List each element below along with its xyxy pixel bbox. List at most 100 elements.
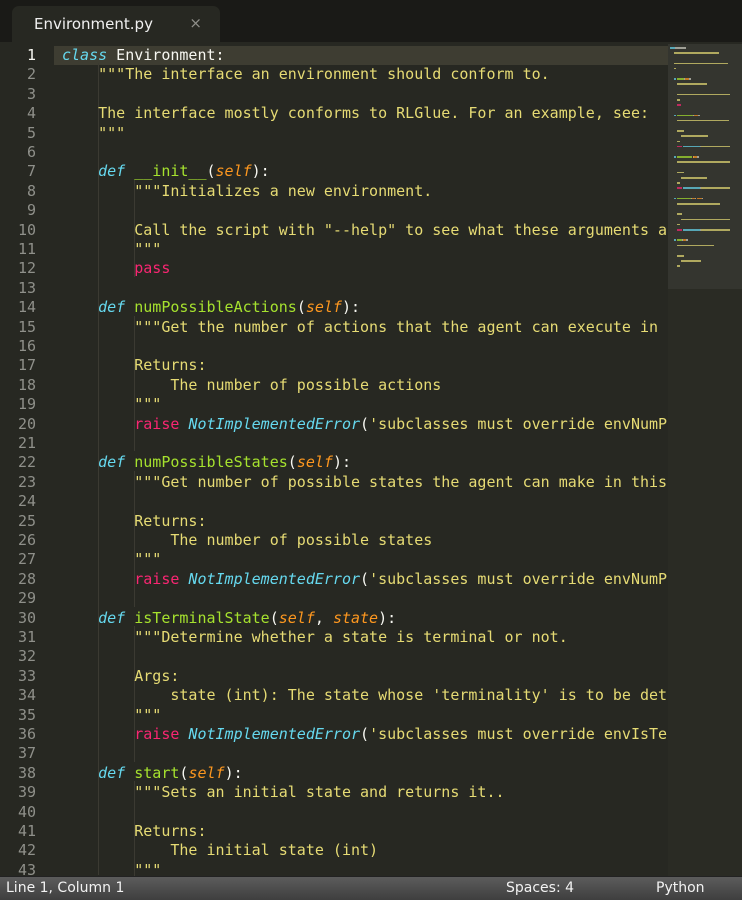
code-token: self <box>215 162 252 181</box>
code-token: ): <box>224 763 243 782</box>
indentation-setting[interactable]: Spaces: 4 <box>506 880 574 896</box>
code-line[interactable]: The initial state (int) <box>62 841 378 860</box>
code-token: numPossibleActions <box>134 298 297 317</box>
code-token: NotImplementedError <box>188 414 361 433</box>
minimap-line <box>677 130 685 132</box>
code-line[interactable]: class Environment: <box>62 46 225 65</box>
code-line[interactable]: """ <box>62 124 125 143</box>
minimap-line <box>677 114 694 117</box>
code-line[interactable]: """Get number of possible states the age… <box>62 473 667 492</box>
code-token: 'subclasses must override envNumP <box>369 414 668 433</box>
line-number: 11 <box>17 240 36 258</box>
minimap-line <box>673 114 677 117</box>
minimap-line <box>670 47 675 49</box>
minimap-line <box>677 197 691 200</box>
code-token: , <box>314 608 333 627</box>
minimap-line <box>677 213 682 215</box>
code-line[interactable]: Returns: <box>62 356 206 375</box>
code-token: __init__ <box>134 162 207 181</box>
code-token: Args: <box>62 666 180 685</box>
tab-title: Environment.py <box>34 15 153 33</box>
line-number: 2 <box>26 65 36 84</box>
code-line[interactable]: Args: <box>62 667 179 686</box>
minimap-line <box>686 239 688 241</box>
minimap-line <box>680 177 707 179</box>
code-token: The number of possible states <box>62 531 433 549</box>
code-line[interactable]: def __init__(self): <box>62 162 270 181</box>
line-number: 36 <box>17 725 36 743</box>
line-number: 19 <box>17 395 36 414</box>
code-token: """Get the number of actions that the ag… <box>62 317 659 336</box>
line-number: 18 <box>17 375 36 394</box>
minimap-line <box>682 145 700 148</box>
tab-environment-py[interactable]: Environment.py × <box>12 6 220 44</box>
code-line[interactable]: """The interface an environment should c… <box>62 65 550 84</box>
syntax-mode[interactable]: Python <box>656 880 705 896</box>
code-token: raise <box>134 725 180 743</box>
code-line[interactable]: """ <box>62 706 161 725</box>
code-line[interactable]: pass <box>62 259 170 278</box>
code-line[interactable]: """Sets an initial state and returns it.… <box>62 783 504 802</box>
code-token: """ <box>62 705 162 724</box>
code-token: numPossibleStates <box>134 453 288 472</box>
code-line[interactable]: """ <box>62 395 161 414</box>
line-number: 25 <box>17 511 36 530</box>
minimap-line <box>675 47 687 49</box>
line-number: 13 <box>17 278 36 297</box>
code-line[interactable]: The interface mostly conforms to RLGlue.… <box>62 104 649 123</box>
code-line[interactable]: def numPossibleStates(self): <box>62 453 351 472</box>
line-number: 39 <box>17 783 36 802</box>
code-token: """Initializes a new environment. <box>62 181 433 200</box>
minimap-line <box>677 265 680 267</box>
line-number: 35 <box>17 705 36 724</box>
line-number: 17 <box>17 356 36 375</box>
code-line[interactable]: """ <box>62 240 161 259</box>
code-token: ( <box>360 725 370 743</box>
code-line[interactable]: """Determine whether a state is terminal… <box>62 628 568 647</box>
minimap-viewport[interactable] <box>668 44 742 289</box>
code-line[interactable]: """Initializes a new environment. <box>62 182 432 201</box>
code-line[interactable]: Call the script with "--help" to see wha… <box>62 221 667 240</box>
code-token: self <box>296 453 333 472</box>
close-icon[interactable]: × <box>189 14 202 32</box>
code-line[interactable]: """ <box>62 861 161 876</box>
code-token: """The interface an environment should c… <box>62 65 550 84</box>
code-token: start <box>134 763 180 782</box>
minimap-line <box>673 239 677 241</box>
code-line[interactable]: def isTerminalState(self, state): <box>62 609 396 628</box>
code-line[interactable]: raise NotImplementedError('subclasses mu… <box>62 415 667 434</box>
code-line[interactable]: raise NotImplementedError('subclasses mu… <box>62 725 667 744</box>
code-token: The interface mostly conforms to RLGlue.… <box>62 104 649 123</box>
code-line[interactable]: Returns: <box>62 512 206 531</box>
minimap[interactable] <box>668 44 742 876</box>
code-line[interactable]: """Get the number of actions that the ag… <box>62 318 658 337</box>
line-number-gutter[interactable]: 1 2 3 4 5 6 7 8 9 10 11 12 13 14 15 16 17 18 19 20 21 22 23 24 2… <box>0 44 54 876</box>
code-line[interactable]: The number of possible states <box>62 531 432 550</box>
minimap-line <box>680 218 731 221</box>
code-line[interactable]: def start(self): <box>62 764 243 783</box>
code-line[interactable]: def numPossibleActions(self): <box>62 298 360 317</box>
code-token: The initial state (int) <box>62 841 379 860</box>
code-line[interactable]: Returns: <box>62 822 206 841</box>
code-line[interactable]: """ <box>62 550 161 569</box>
code-editor[interactable]: class Environment: """The interface an e… <box>62 44 668 876</box>
minimap-line <box>677 119 730 122</box>
code-line[interactable]: raise NotImplementedError('subclasses mu… <box>62 570 667 589</box>
code-token: ): <box>378 608 397 627</box>
code-line[interactable]: state (int): The state whose 'terminalit… <box>62 686 667 705</box>
tab-bar: Environment.py × <box>0 0 742 44</box>
code-token: """ <box>62 550 162 569</box>
code-line[interactable]: The number of possible actions <box>62 376 441 395</box>
line-number: 43 <box>17 860 36 876</box>
code-token: ( <box>206 162 216 181</box>
code-token: ): <box>341 298 361 317</box>
minimap-line <box>680 135 708 137</box>
code-token: Environment: <box>107 46 225 64</box>
minimap-line <box>701 197 704 200</box>
cursor-position[interactable]: Line 1, Column 1 <box>6 880 124 896</box>
